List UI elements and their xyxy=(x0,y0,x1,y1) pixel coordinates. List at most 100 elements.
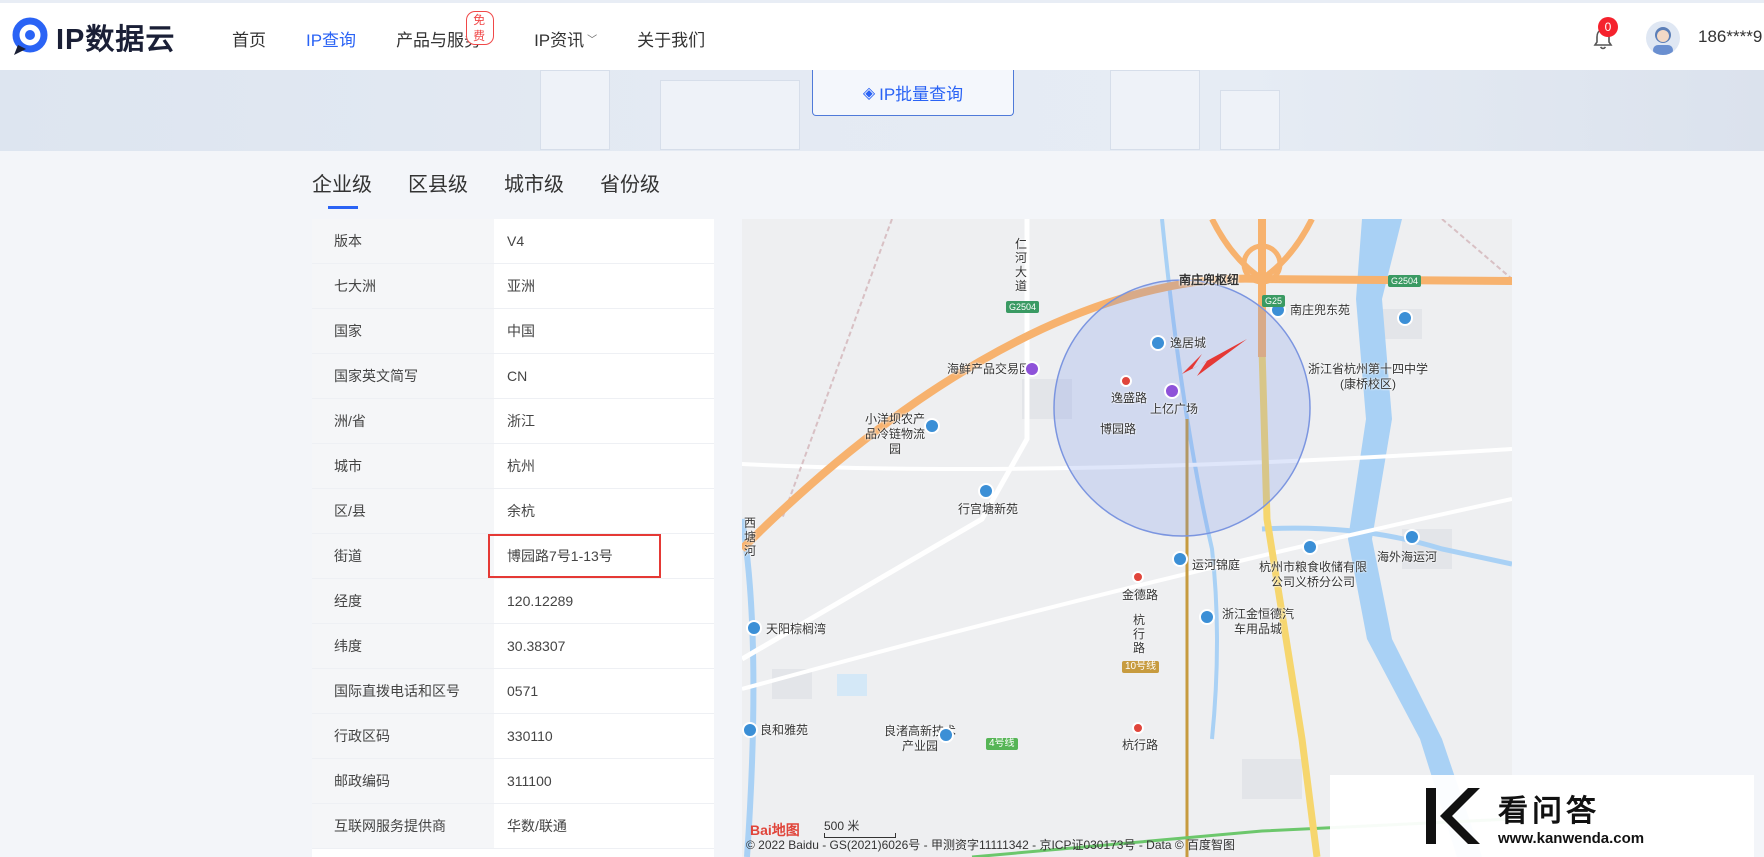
layers-icon: ◈ xyxy=(862,84,876,102)
map-label: 逸盛路 xyxy=(1111,391,1148,405)
rail xyxy=(781,219,893,520)
nav-ip-news-label: IP资讯 xyxy=(534,30,585,50)
poi-icon[interactable] xyxy=(924,418,940,434)
poi-icon[interactable] xyxy=(746,620,762,636)
street-highlight-box xyxy=(488,534,661,578)
poi-icon[interactable] xyxy=(742,722,758,738)
tab-county[interactable]: 区县级 xyxy=(408,168,468,209)
nav-ip-query[interactable]: IP查询 xyxy=(306,3,357,73)
row-value: 亚洲 xyxy=(507,278,535,294)
poi-icon[interactable] xyxy=(1172,551,1188,567)
row-value: 余杭 xyxy=(507,503,535,519)
metro-station-icon[interactable] xyxy=(1120,375,1132,387)
tab-province[interactable]: 省份级 xyxy=(600,168,660,209)
poi-icon[interactable] xyxy=(1397,310,1413,326)
poi-icon[interactable] xyxy=(1302,539,1318,555)
map-copyright: © 2022 Baidu - GS(2021)6026号 - 甲测资字11111… xyxy=(746,838,1236,852)
map-label: 运河锦庭 xyxy=(1192,558,1241,572)
watermark-url: www.kanwenda.com xyxy=(1498,829,1645,847)
map-label: 浙江省杭州第十四中学(康桥校区) xyxy=(1308,362,1429,391)
poi-icon[interactable] xyxy=(1199,609,1215,625)
row-key: 国家英文简写 xyxy=(312,354,494,398)
table-row: 国家英文简写 CN xyxy=(312,354,714,399)
map-label: 杭州市粮食收储有限公司义桥分公司 xyxy=(1258,560,1367,589)
map-label: 南庄兜东苑 xyxy=(1290,303,1351,317)
map-label: 海外海运河 xyxy=(1377,550,1438,564)
map-label: 天阳棕榈湾 xyxy=(766,622,827,636)
nav-home[interactable]: 首页 xyxy=(232,3,266,73)
row-key: 洲/省 xyxy=(312,399,494,443)
map-label: 良和雅苑 xyxy=(760,723,809,737)
map-label: 金德路 xyxy=(1122,588,1159,602)
nav-ip-news[interactable]: IP资讯 ﹀ xyxy=(534,3,597,73)
batch-query-label: IP批量查询 xyxy=(879,85,964,104)
row-value: 330110 xyxy=(507,728,553,744)
row-key: 经度 xyxy=(312,579,494,623)
metro-station-icon[interactable] xyxy=(1132,571,1144,583)
row-value: 华数/联通 xyxy=(507,818,567,834)
notification-count-badge: 0 xyxy=(1598,17,1618,37)
table-row: 国际直拨电话和区号 0571 xyxy=(312,669,714,714)
logo[interactable]: IP数据云 xyxy=(12,17,175,57)
table-row: 七大洲 亚洲 xyxy=(312,264,714,309)
map-label: 博园路 xyxy=(1100,422,1137,436)
map-block xyxy=(1242,759,1302,799)
poi-icon[interactable] xyxy=(1404,529,1420,545)
logo-text: IP数据云 xyxy=(56,24,176,56)
line-10-shield: 10号线 xyxy=(1122,661,1160,673)
map-pond xyxy=(837,674,867,696)
highway-shield: G2504 xyxy=(1006,301,1040,313)
poi-icon[interactable] xyxy=(938,727,954,743)
row-value: 120.12289 xyxy=(507,593,574,609)
batch-query-button[interactable]: ◈ IP批量查询 xyxy=(812,70,1014,116)
map-label: 上亿广场 xyxy=(1150,402,1199,416)
row-value: V4 xyxy=(507,233,525,249)
logo-icon xyxy=(12,17,48,55)
poi-icon[interactable] xyxy=(1024,361,1040,377)
kanwenda-logo-icon xyxy=(1426,788,1480,844)
banner-building xyxy=(1110,70,1200,150)
watermark-title: 看问答 xyxy=(1498,794,1600,828)
row-value: 0571 xyxy=(507,683,539,699)
avatar[interactable] xyxy=(1646,21,1680,55)
banner-building xyxy=(660,80,800,150)
map-label: 浙江金恒德汽车用品城 xyxy=(1221,607,1294,636)
table-row: 邮政编码 311100 xyxy=(312,759,714,804)
row-key: 国际直拨电话和区号 xyxy=(312,669,494,713)
banner-building xyxy=(1220,90,1280,150)
map-label: 南庄兜枢纽 xyxy=(1179,273,1240,287)
watermark-text: 看问答 www.kanwenda.com xyxy=(1498,786,1644,847)
highway-shield: G2504 xyxy=(1388,275,1422,287)
poi-icon[interactable] xyxy=(978,483,994,499)
nav-products[interactable]: 产品与服务﹀ 免费 xyxy=(396,3,495,73)
row-value: 浙江 xyxy=(507,413,535,429)
table-row: 国家 中国 xyxy=(312,309,714,354)
map-label: 杭行路 xyxy=(1122,738,1159,752)
poi-icon[interactable] xyxy=(1150,335,1166,351)
row-key: 城市 xyxy=(312,444,494,488)
watermark: 看问答 www.kanwenda.com xyxy=(1330,775,1754,857)
free-badge: 免费 xyxy=(466,11,495,45)
location-map[interactable]: 仁河大道 南庄兜枢纽 南庄兜东苑 逸居城 海鲜产品交易区 浙江省杭州第十四中学(… xyxy=(742,219,1512,857)
highway-shield: G25 xyxy=(1262,295,1286,307)
table-row: 经度 120.12289 xyxy=(312,579,714,624)
map-label: 行宫塘新苑 xyxy=(958,502,1019,516)
level-tabs: 企业级 区县级 城市级 省份级 xyxy=(312,168,696,209)
rail xyxy=(1441,219,1512,280)
tab-city[interactable]: 城市级 xyxy=(504,168,564,209)
line-4-shield: 4号线 xyxy=(986,738,1018,750)
poi-icon[interactable] xyxy=(1164,383,1180,399)
nav-about[interactable]: 关于我们 xyxy=(637,3,705,73)
metro-station-icon[interactable] xyxy=(1132,722,1144,734)
map-label: 海鲜产品交易区 xyxy=(947,362,1032,376)
nav-about-label: 关于我们 xyxy=(637,30,706,50)
tab-enterprise[interactable]: 企业级 xyxy=(312,168,372,209)
map-label: 小洋坝农产品冷链物流园 xyxy=(864,412,925,456)
map-label: 逸居城 xyxy=(1170,336,1207,350)
banner-building xyxy=(540,70,610,150)
row-key: 七大洲 xyxy=(312,264,494,308)
table-row: 区/县 余杭 xyxy=(312,489,714,534)
user-name[interactable]: 186****9 xyxy=(1698,27,1762,47)
banner: ◈ IP批量查询 xyxy=(0,70,1764,151)
row-key: 版本 xyxy=(312,219,494,263)
